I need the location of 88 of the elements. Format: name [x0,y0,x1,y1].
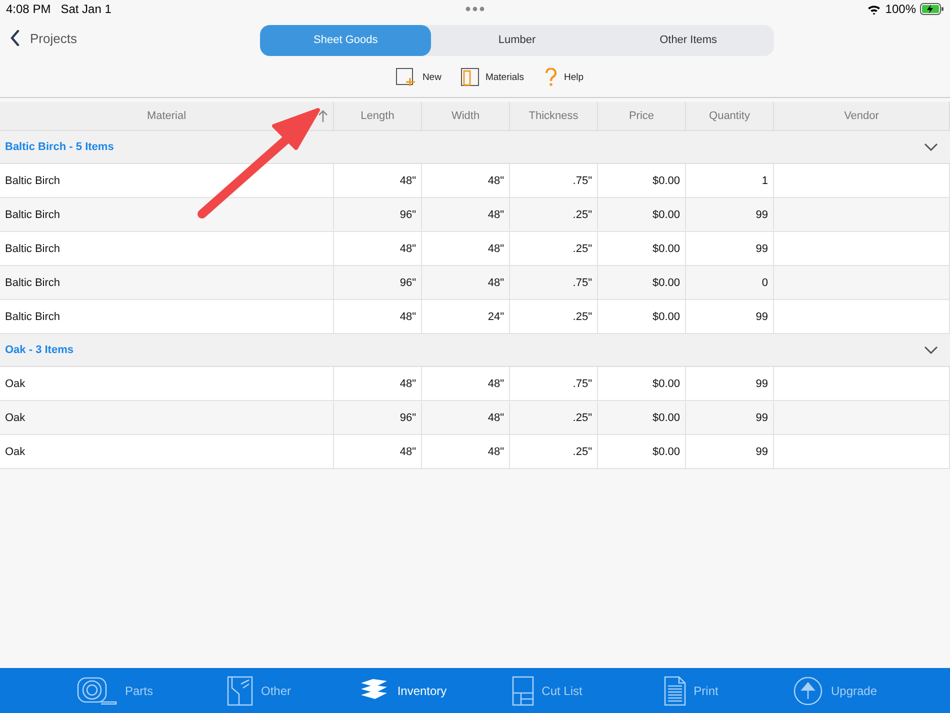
table-cell: Oak [0,367,334,400]
category-tab[interactable]: Lumber [431,24,603,56]
tape-measure-icon [76,676,117,706]
table-cell: 24" [422,300,510,333]
tab-bar-item[interactable]: Cut List [475,668,619,713]
table-cell: Baltic Birch [0,300,334,333]
table-cell: 99 [686,367,774,400]
chevron-icon[interactable] [924,346,938,354]
table-cell: 48" [334,232,422,265]
table-cell: Baltic Birch [0,232,334,265]
table-cell: 48" [334,367,422,400]
sort-ascending-icon[interactable] [318,110,328,122]
table-cell: $0.00 [598,300,686,333]
table-cell: $0.00 [598,164,686,197]
tab-bar-item[interactable]: Other [187,668,331,713]
toolbar-button[interactable]: New [396,68,442,86]
layout-icon [512,676,534,706]
column-header[interactable]: Vendor [774,102,950,130]
status-time: 4:08 PM [6,2,51,16]
table-cell: $0.00 [598,401,686,434]
table-cell: $0.00 [598,232,686,265]
new-icon [396,68,416,86]
table-cell: 1 [686,164,774,197]
column-header[interactable]: Width [422,102,510,130]
table-cell: .25" [510,401,598,434]
table-cell: 48" [422,367,510,400]
table-cell: 48" [422,232,510,265]
table-cell: .25" [510,435,598,468]
table-cell: 48" [334,300,422,333]
table-cell: .75" [510,367,598,400]
table-cell: 48" [422,401,510,434]
group-title: Baltic Birch - 5 Items [5,141,114,153]
table-cell: 0 [686,266,774,299]
back-chevron-icon [10,30,20,46]
tab-bar-item[interactable]: Upgrade [763,668,907,713]
table-cell: 99 [686,232,774,265]
toolbar-button[interactable]: Materials [461,68,524,86]
battery-percent: 100% [885,2,916,16]
table-cell: 99 [686,300,774,333]
tab-bar-item[interactable]: Inventory [331,668,475,713]
table-cell: Oak [0,435,334,468]
table-cell: 48" [422,164,510,197]
column-header[interactable]: Quantity [686,102,774,130]
table-cell: 96" [334,401,422,434]
group-title: Oak - 3 Items [5,344,74,356]
sheet-pieces-icon [226,676,253,706]
panel-icon [461,68,480,86]
table-cell: 48" [334,164,422,197]
table-cell: $0.00 [598,367,686,400]
column-header[interactable]: Price [598,102,686,130]
status-date: Sat Jan 1 [60,2,112,16]
table-cell: Baltic Birch [0,164,334,197]
column-header[interactable]: Thickness [510,102,598,130]
category-tab[interactable]: Sheet Goods [260,24,432,56]
battery-charging-icon [920,3,944,15]
help-icon [544,68,558,86]
table-cell: .25" [510,232,598,265]
table-cell: Baltic Birch [0,266,334,299]
table-cell: .25" [510,300,598,333]
table-cell: .25" [510,198,598,231]
table-cell: 99 [686,435,774,468]
table-cell: $0.00 [598,198,686,231]
table-cell: Baltic Birch [0,198,334,231]
table-cell: 48" [422,198,510,231]
back-button[interactable]: Projects [10,30,77,46]
table-cell: $0.00 [598,435,686,468]
tab-bar-item[interactable]: Print [619,668,763,713]
table-cell: 48" [334,435,422,468]
table-cell: 48" [422,435,510,468]
toolbar-button[interactable]: Help [544,68,584,86]
wifi-icon [867,4,882,14]
table-cell: 96" [334,266,422,299]
table-cell: 99 [686,198,774,231]
chevron-icon[interactable] [924,143,938,151]
table-cell: .75" [510,164,598,197]
group-header[interactable]: Baltic Birch - 5 Items [0,131,950,164]
tab-bar-item[interactable]: Parts [43,668,187,713]
table-cell: 48" [422,266,510,299]
group-header[interactable]: Oak - 3 Items [0,334,950,367]
category-tab[interactable]: Other Items [602,24,774,56]
table-cell: 99 [686,401,774,434]
table-cell: $0.00 [598,266,686,299]
column-header[interactable]: Length [334,102,422,130]
table-cell: 96" [334,198,422,231]
table-cell: Oak [0,401,334,434]
more-dots-icon[interactable] [465,6,485,12]
table-cell: .75" [510,266,598,299]
document-icon [664,676,686,706]
